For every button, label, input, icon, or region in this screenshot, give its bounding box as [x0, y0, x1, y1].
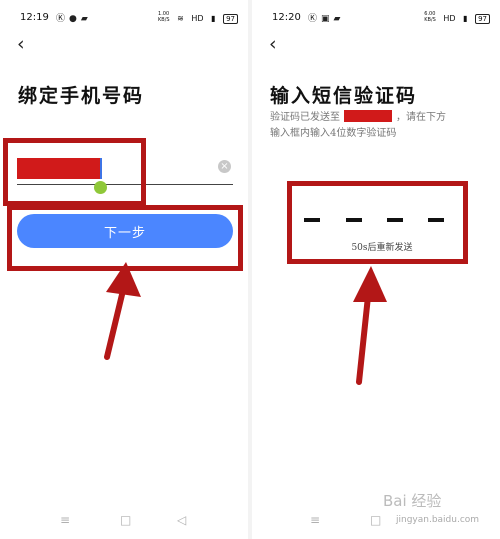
watermark-logo: Bai 经验 — [383, 492, 442, 510]
baidu-jingyan-watermark: Bai 经验 jingyan.baidu.com — [383, 486, 480, 530]
red-arrow-annotation — [104, 262, 141, 360]
back-triangle-icon[interactable]: ◁ — [177, 514, 189, 526]
red-arrow-annotation — [353, 266, 387, 385]
watermark-url: jingyan.baidu.com — [396, 515, 480, 525]
bind-phone-screen: 12:19 Ⓚ ● ▰ 1.00 KB/S ≋ HD ▮ 97 ‹ 绑定手机号码 ×… — [0, 0, 248, 539]
home-square-icon[interactable]: □ — [120, 514, 132, 526]
menu-icon[interactable]: ≡ — [310, 514, 322, 526]
sms-code-screen: 12:20 Ⓚ ▣ ▰ 6.00 KB/S HD ▮ 97 ‹ 输入短信验证码 验证… — [252, 0, 500, 539]
home-square-icon[interactable]: □ — [370, 514, 382, 526]
system-navigation-bar: ≡ □ ◁ — [0, 514, 248, 528]
menu-icon[interactable]: ≡ — [60, 514, 72, 526]
